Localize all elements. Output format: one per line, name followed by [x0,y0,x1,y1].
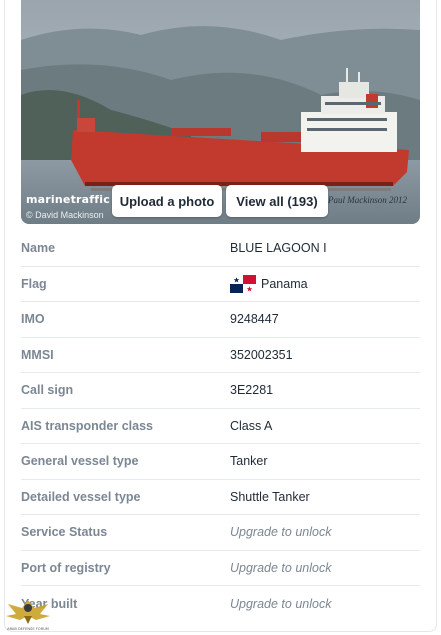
detail-label: IMO [21,312,45,327]
detail-label: AIS transponder class [21,418,153,433]
detail-label: Name [21,241,56,256]
detail-row-ais-class: AIS transponder class Class A [21,409,420,444]
detail-row-name: Name BLUE LAGOON I [21,231,420,267]
upgrade-to-unlock-link[interactable]: Upgrade to unlock [230,597,331,611]
upload-photo-button[interactable]: Upload a photo [112,185,222,217]
photo-credit: © David Mackinson [26,210,104,220]
detailed-type-value: Shuttle Tanker [230,489,310,504]
detail-row-service-status: Service Status Upgrade to unlock [21,515,420,551]
vessel-photo[interactable]: marinetraffic © David Mackinson Paul Mac… [21,0,420,224]
detail-row-mmsi: MMSI 352002351 [21,338,420,373]
detail-row-year-built: Year built Upgrade to unlock [21,586,420,622]
detail-row-call-sign: Call sign 3E2281 [21,373,420,409]
general-type-value: Tanker [230,454,268,469]
ais-class-value: Class A [230,418,273,433]
flag-country-label: Panama [261,276,308,291]
vessel-details-table: Name BLUE LAGOON I Flag Panama IMO 92484… [21,231,420,622]
detail-label: General vessel type [21,454,139,469]
detail-label: Port of registry [21,560,111,575]
imo-value: 9248447 [230,312,279,327]
forum-logo-watermark: ARAB DEFENSE FORUM [2,594,54,634]
detail-label: MMSI [21,347,54,362]
marinetraffic-watermark: marinetraffic [26,193,110,206]
detail-label: Flag [21,276,47,291]
detail-row-general-type: General vessel type Tanker [21,444,420,480]
call-sign-value: 3E2281 [230,383,274,398]
detail-label: Call sign [21,383,74,398]
vessel-name-value: BLUE LAGOON I [230,241,327,256]
flag-value: Panama [230,274,308,293]
view-all-photos-button[interactable]: View all (193) [226,185,328,217]
eagle-emblem-icon: ARAB DEFENSE FORUM [6,600,50,631]
mmsi-value: 352002351 [230,347,293,362]
panama-flag-icon [230,274,256,293]
upgrade-to-unlock-link[interactable]: Upgrade to unlock [230,561,331,575]
photographer-signature: Paul Mackinson 2012 [328,195,407,205]
detail-row-detailed-type: Detailed vessel type Shuttle Tanker [21,480,420,515]
detail-row-flag: Flag Panama [21,267,420,302]
detail-row-port-of-registry: Port of registry Upgrade to unlock [21,551,420,586]
forum-logo-text: ARAB DEFENSE FORUM [7,627,49,631]
detail-label: Service Status [21,525,108,540]
upgrade-to-unlock-link[interactable]: Upgrade to unlock [230,525,331,539]
detail-label: Detailed vessel type [21,489,141,504]
detail-row-imo: IMO 9248447 [21,302,420,338]
